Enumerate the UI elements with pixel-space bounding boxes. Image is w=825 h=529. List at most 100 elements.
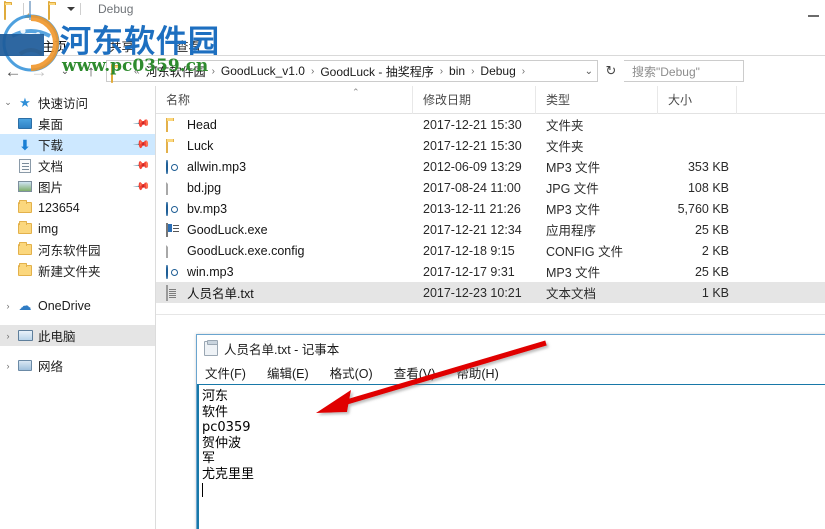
pin-icon[interactable]: 📌 [133, 135, 152, 154]
notepad-menu-bar[interactable]: 文件(F) 编辑(E) 格式(O) 查看(V) 帮助(H) [197, 361, 825, 385]
breadcrumb-separator[interactable]: › [307, 66, 318, 77]
text-line: 软件 [202, 404, 229, 420]
folder-icon [111, 63, 126, 83]
recent-locations-button[interactable]: ⌄ [52, 58, 78, 84]
table-row[interactable]: win.mp3 2017-12-17 9:31 MP3 文件 25 KB [156, 261, 825, 282]
column-label: 修改日期 [423, 93, 472, 107]
file-name: Luck [187, 138, 214, 153]
breadcrumb-item-2[interactable]: GoodLuck - 抽奖程序 [318, 63, 435, 80]
new-folder-icon[interactable] [48, 1, 62, 20]
breadcrumb-item-3[interactable]: bin [447, 64, 467, 78]
table-row[interactable]: 人员名单.txt 2017-12-23 10:21 文本文档 1 KB [156, 282, 825, 303]
menu-file[interactable]: 文件(F) [205, 363, 246, 382]
table-row[interactable]: Luck 2017-12-21 15:30 文件夹 [156, 135, 825, 156]
tab-home[interactable]: 主页 [36, 34, 73, 57]
sidebar-item-label: 快速访问 [38, 97, 89, 111]
tab-view[interactable]: 查看 [170, 34, 207, 57]
tab-share[interactable]: 共享 [103, 34, 140, 57]
search-input[interactable]: 搜索"Debug" [624, 60, 744, 82]
up-button[interactable]: ↑ [78, 58, 104, 84]
file-name: GoodLuck.exe [187, 222, 268, 237]
table-row[interactable]: allwin.mp3 2012-06-09 13:29 MP3 文件 353 K… [156, 156, 825, 177]
menu-help[interactable]: 帮助(H) [456, 363, 498, 382]
folder-icon[interactable] [4, 1, 18, 20]
chevron-right-icon[interactable]: › [0, 331, 16, 341]
text-caret [202, 483, 203, 497]
breadcrumb-overflow-icon[interactable]: « [130, 66, 144, 77]
text-line: 尤克里里 [202, 466, 255, 482]
sidebar-item-this-pc[interactable]: › 此电脑 [0, 325, 155, 346]
file-date: 2013-12-11 21:26 [423, 201, 521, 216]
menu-edit[interactable]: 编辑(E) [267, 363, 309, 382]
address-dropdown-icon[interactable]: ⌄ [585, 66, 593, 77]
sidebar-item-desktop[interactable]: 桌面 📌 [0, 113, 155, 134]
sidebar-item-new-folder[interactable]: 新建文件夹 [0, 260, 155, 281]
table-row[interactable]: GoodLuck.exe 2017-12-21 12:34 应用程序 25 KB [156, 219, 825, 240]
documents-icon [16, 158, 34, 173]
file-type: 应用程序 [546, 224, 597, 238]
column-header-type[interactable]: 类型 [536, 85, 658, 114]
ribbon-tabs[interactable]: 主页 共享 查看 [36, 34, 207, 57]
file-size: 2 KB [701, 243, 729, 258]
window-controls[interactable] [808, 8, 819, 19]
chevron-right-icon[interactable]: › [0, 301, 16, 311]
text-line: 军 [202, 451, 216, 466]
minimize-icon[interactable] [808, 8, 819, 19]
mp3-icon [166, 159, 181, 174]
forward-button[interactable]: → [26, 58, 52, 84]
breadcrumb-item-4[interactable]: Debug [478, 64, 517, 78]
sidebar-item-network[interactable]: › 网络 [0, 355, 155, 376]
table-row[interactable]: bv.mp3 2013-12-11 21:26 MP3 文件 5,760 KB [156, 198, 825, 219]
refresh-button[interactable]: ↻ [598, 58, 624, 84]
breadcrumb-separator[interactable]: › [208, 66, 219, 77]
back-button[interactable]: ← [0, 58, 26, 84]
menu-view[interactable]: 查看(V) [394, 363, 436, 382]
column-header-size[interactable]: 大小 [658, 85, 737, 114]
file-name: bd.jpg [187, 180, 222, 195]
breadcrumb-separator[interactable]: › [436, 66, 447, 77]
sidebar-item-documents[interactable]: 文档 📌 [0, 155, 155, 176]
file-name-cell: bd.jpg [156, 180, 413, 195]
table-row[interactable]: GoodLuck.exe.config 2017-12-18 9:15 CONF… [156, 240, 825, 261]
file-date: 2017-12-21 15:30 [423, 117, 522, 132]
sidebar-item-quick-access[interactable]: ⌄ ★ 快速访问 [0, 92, 155, 113]
chevron-down-icon[interactable]: ⌄ [0, 97, 16, 108]
chevron-down-icon[interactable] [67, 7, 75, 11]
sidebar-item-onedrive[interactable]: › ☁ OneDrive [0, 295, 155, 316]
breadcrumb-item-0[interactable]: 河东软件园 [144, 63, 208, 80]
pin-icon[interactable]: 📌 [133, 114, 152, 133]
notepad-title: 人员名单.txt - 记事本 [224, 342, 340, 357]
file-name-cell: win.mp3 [156, 264, 413, 279]
file-name: win.mp3 [187, 264, 234, 279]
notepad-text-area[interactable]: 河东 软件 pc0359 贺仲波 军 尤克里里 [197, 385, 825, 529]
pin-icon[interactable]: 📌 [133, 156, 152, 175]
window-title: Debug [98, 2, 134, 16]
file-size: 25 KB [694, 222, 729, 237]
sidebar-item-pictures[interactable]: 图片 📌 [0, 176, 155, 197]
column-header-date[interactable]: 修改日期 [413, 85, 536, 114]
table-row[interactable]: Head 2017-12-21 15:30 文件夹 [156, 114, 825, 135]
sidebar-item-img[interactable]: img [0, 218, 155, 239]
sidebar-item-hedong[interactable]: 河东软件园 [0, 239, 155, 260]
column-header-row: 名称 ⌃ 修改日期 类型 大小 [156, 85, 825, 114]
table-row[interactable]: bd.jpg 2017-08-24 11:00 JPG 文件 108 KB [156, 177, 825, 198]
pin-icon[interactable]: 📌 [133, 177, 152, 196]
sidebar-item-123654[interactable]: 123654 [0, 197, 155, 218]
address-bar-actions: ⌄ [585, 66, 593, 77]
chevron-right-icon[interactable]: › [0, 361, 16, 371]
breadcrumb-separator[interactable]: › [518, 66, 529, 77]
notepad-icon [204, 339, 218, 356]
text-line: 贺仲波 [202, 435, 242, 451]
sidebar-item-downloads[interactable]: ⬇ 下载 📌 [0, 134, 155, 155]
file-type: 文件夹 [546, 140, 584, 154]
breadcrumb-separator[interactable]: › [467, 66, 478, 77]
breadcrumb-item-1[interactable]: GoodLuck_v1.0 [219, 64, 307, 78]
notepad-window[interactable]: 人员名单.txt - 记事本 文件(F) 编辑(E) 格式(O) 查看(V) 帮… [196, 334, 825, 529]
properties-icon[interactable] [29, 1, 43, 20]
address-bar[interactable]: « 河东软件园 › GoodLuck_v1.0 › GoodLuck - 抽奖程… [106, 60, 598, 83]
folder-icon [16, 242, 34, 255]
column-header-name[interactable]: 名称 ⌃ [156, 85, 413, 114]
menu-format[interactable]: 格式(O) [330, 363, 373, 382]
quick-access-toolbar[interactable] [4, 1, 81, 20]
